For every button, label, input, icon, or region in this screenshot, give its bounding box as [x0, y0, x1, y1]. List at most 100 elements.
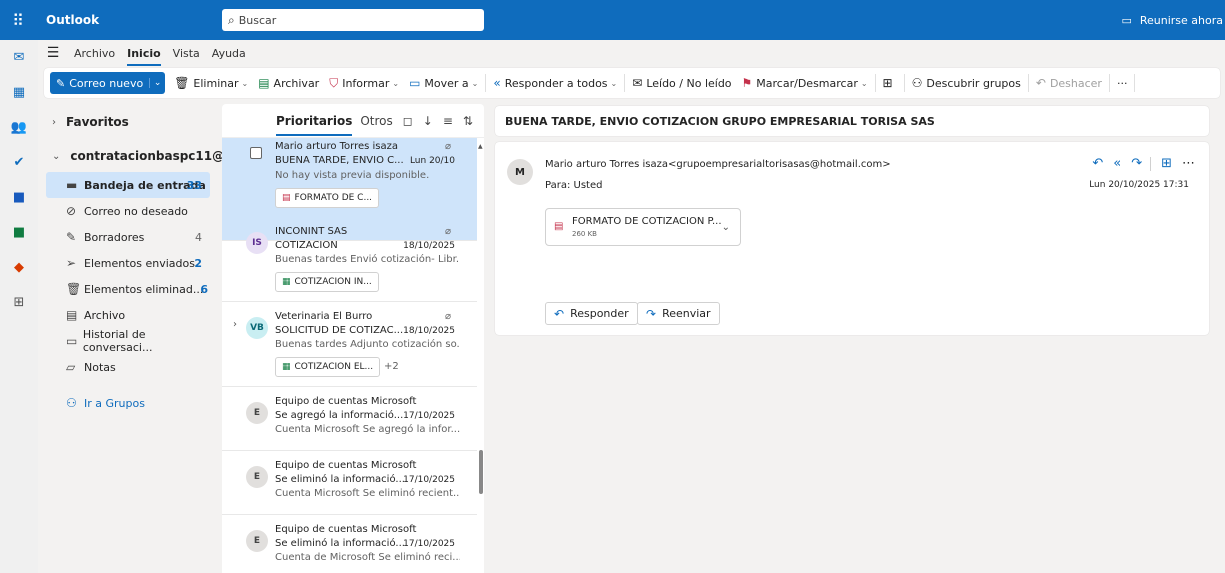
attachment-size: 260 KB	[572, 230, 597, 238]
attachment-card[interactable]: ▤ FORMATO DE COTIZACION P... 260 KB ⌄	[545, 208, 741, 246]
forward-icon[interactable]: ↷	[1131, 156, 1142, 171]
unread-count: 6	[200, 282, 208, 296]
todo-app-icon[interactable]: ✔	[0, 145, 38, 180]
excel-file-icon: ▦	[282, 362, 291, 372]
message-subject: SOLICITUD DE COTIZAC...	[275, 325, 404, 336]
delete-button[interactable]: 🗑 Eliminar ⌄	[169, 76, 253, 90]
undo-button[interactable]: ↶ Deshacer	[1031, 76, 1107, 90]
excel-app-icon[interactable]: ■	[0, 215, 38, 250]
reply-button[interactable]: ↶ Responder	[545, 302, 638, 325]
message-preview: Cuenta Microsoft Se agregó la infor...	[275, 424, 460, 435]
waffle-icon[interactable]: ⠿	[0, 0, 36, 40]
sort-icon[interactable]: ⇅	[463, 114, 473, 128]
search-input[interactable]: Buscar	[239, 14, 277, 27]
search-box[interactable]: ⌕ Buscar	[222, 9, 484, 31]
meet-now-button[interactable]: ▭ Reunirse ahora	[1121, 0, 1225, 40]
reply-icon[interactable]: ↶	[1092, 156, 1103, 171]
hamburger-icon[interactable]: ☰	[38, 45, 68, 61]
read-unread-button[interactable]: ✉ Leído / No leído	[627, 76, 736, 90]
message-list-scrollbar[interactable]	[479, 450, 483, 494]
folder-deleted[interactable]: 🗑 Elementos eliminad... 6	[46, 276, 210, 302]
divider	[624, 74, 626, 92]
list-item[interactable]: IS INCONINT SAS ⌀ COTIZACIÓN 18/10/2025 …	[222, 218, 477, 302]
folder-inbox[interactable]: ▬ Bandeja de entrada 33	[46, 172, 210, 198]
reply-all-label: Responder a todos	[504, 76, 608, 90]
folder-label: Elementos enviados	[84, 256, 195, 270]
chevron-down-icon[interactable]: ⌄	[861, 79, 868, 88]
app-name[interactable]: Outlook	[36, 13, 222, 27]
tab-ayuda[interactable]: Ayuda	[206, 47, 252, 60]
discover-groups-button[interactable]: ⚇ Descubrir grupos	[907, 76, 1026, 90]
sender-address[interactable]: Mario arturo Torres isaza<grupoempresari…	[545, 159, 891, 170]
forward-button[interactable]: ↷ Reenviar	[637, 302, 720, 325]
move-to-button[interactable]: ▭ Mover a ⌄	[404, 76, 483, 90]
folder-sent[interactable]: ➢ Elementos enviados 2	[46, 250, 210, 276]
scroll-up-arrow[interactable]: ▲	[478, 143, 483, 150]
tab-other[interactable]: Otros	[360, 114, 392, 128]
paperclip-icon: ⌀	[444, 141, 451, 152]
recipient-line: Para: Usted	[545, 180, 603, 191]
message-preview: Buenas tardes Adjunto cotización so...	[275, 339, 460, 350]
folder-notes[interactable]: ▱ Notas	[46, 354, 210, 380]
tab-archivo[interactable]: Archivo	[68, 47, 121, 60]
archive-button[interactable]: ▤ Archivar	[253, 76, 324, 90]
tab-inicio[interactable]: Inicio	[121, 47, 167, 66]
jump-down-icon[interactable]: ↓	[423, 114, 433, 128]
folder-pane: › Favoritos ⌄ contratacionbaspc11@... ▬ Ban…	[38, 104, 238, 573]
envelope-open-icon: ✉	[632, 76, 643, 90]
chevron-down-icon[interactable]: ⌄	[722, 222, 730, 233]
divider	[1027, 74, 1029, 92]
word-app-icon[interactable]: ■	[0, 180, 38, 215]
filter-icon[interactable]: ≡	[443, 114, 453, 128]
chevron-down-icon[interactable]: ⌄	[392, 79, 399, 88]
people-app-icon[interactable]: 👥	[0, 110, 38, 145]
reply-label: Responder	[570, 307, 629, 320]
office-app-icon[interactable]: ◆	[0, 250, 38, 285]
paperclip-icon: ⌀	[444, 226, 451, 237]
report-button[interactable]: ⛉ Informar ⌄	[324, 76, 404, 91]
flag-button[interactable]: ⚑ Marcar/Desmarcar ⌄	[737, 76, 873, 90]
chevron-down-icon[interactable]: ⌄	[242, 79, 249, 88]
folder-archive[interactable]: ▤ Archivo	[46, 302, 210, 328]
favorites-header[interactable]: › Favoritos	[38, 104, 214, 140]
list-item[interactable]: E Equipo de cuentas Microsoft Se eliminó…	[222, 516, 477, 573]
folder-drafts[interactable]: ✎ Borradores 4	[46, 224, 210, 250]
more-attachments-count[interactable]: +2	[384, 361, 399, 372]
folder-junk[interactable]: ⊘ Correo no deseado	[46, 198, 210, 224]
attachment-chip[interactable]: ▤ FORMATO DE C...	[275, 188, 380, 208]
select-mode-icon[interactable]: ◻	[403, 114, 413, 128]
chevron-down-icon[interactable]: ⌄	[472, 79, 479, 88]
sender-avatar[interactable]: M	[507, 159, 533, 185]
new-mail-button[interactable]: ✎ Correo nuevo ⌄	[50, 72, 166, 94]
undo-icon: ↶	[1035, 76, 1046, 90]
draft-count: 4	[195, 230, 202, 244]
apps-grid-icon[interactable]: ⊞	[1161, 156, 1172, 171]
reply-all-button[interactable]: «Responder a todos ⌄	[488, 76, 622, 90]
more-apps-icon[interactable]: ⊞	[0, 285, 38, 320]
chevron-down-icon[interactable]: ⌄	[611, 79, 618, 88]
apps-button[interactable]: ⊞	[878, 76, 902, 90]
new-mail-label: Correo nuevo	[69, 76, 144, 90]
list-item[interactable]: E Equipo de cuentas Microsoft Se eliminó…	[222, 452, 477, 515]
move-to-label: Mover a	[424, 76, 469, 90]
message-date: 17/10/2025	[403, 539, 455, 549]
attachment-chip[interactable]: ▦ COTIZACION IN...	[275, 272, 379, 292]
folder-label: Notas	[84, 360, 116, 374]
message-subject: Se eliminó la informació...	[275, 474, 405, 485]
more-options-button[interactable]: ···	[1112, 77, 1133, 90]
more-options-icon[interactable]: ⋯	[1182, 156, 1195, 171]
list-item[interactable]: E Equipo de cuentas Microsoft Se agregó …	[222, 388, 477, 451]
calendar-app-icon[interactable]: ▦	[0, 75, 38, 110]
tab-vista[interactable]: Vista	[167, 47, 206, 60]
new-mail-dropdown[interactable]: ⌄	[149, 78, 165, 88]
tab-focused[interactable]: Prioritarios	[276, 114, 353, 136]
account-header[interactable]: ⌄ contratacionbaspc11@...	[38, 140, 238, 172]
folder-conversation-history[interactable]: ▭ Historial de conversaci...	[46, 328, 210, 354]
reply-all-icon[interactable]: «	[1113, 156, 1121, 171]
chevron-right-icon[interactable]: ›	[233, 319, 237, 330]
go-to-groups-link[interactable]: ⚇ Ir a Grupos	[46, 390, 210, 416]
select-checkbox[interactable]	[250, 147, 262, 159]
mail-app-icon[interactable]: ✉	[0, 40, 38, 75]
list-item[interactable]: › VB Veterinaria El Burro ⌀ SOLICITUD DE…	[222, 303, 477, 387]
attachment-chip[interactable]: ▦ COTIZACION EL...	[275, 357, 381, 377]
